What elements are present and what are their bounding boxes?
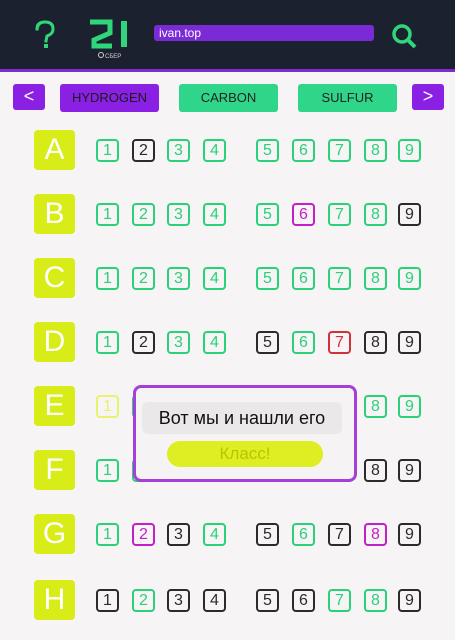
grid-cell[interactable]: 5 <box>256 267 279 290</box>
element-selector: < HYDROGEN CARBON SULFUR > <box>0 84 455 112</box>
row-letter: D <box>34 322 75 362</box>
grid-cell[interactable]: 4 <box>203 139 226 162</box>
grid-cell[interactable]: 8 <box>364 395 387 418</box>
success-dialog: Вот мы и нашли его Класс! <box>133 385 357 482</box>
grid-cell[interactable]: 8 <box>364 267 387 290</box>
grid-cell[interactable]: 5 <box>256 203 279 226</box>
grid-cell[interactable]: 7 <box>328 203 351 226</box>
grid-cell[interactable]: 3 <box>167 523 190 546</box>
grid-cell[interactable]: 9 <box>398 395 421 418</box>
grid-cell[interactable]: 6 <box>292 203 315 226</box>
next-element-button[interactable]: > <box>412 84 444 110</box>
element-tab-hydrogen[interactable]: HYDROGEN <box>60 84 159 112</box>
row-letter: A <box>34 130 75 170</box>
grid-cell[interactable]: 8 <box>364 331 387 354</box>
grid-cell[interactable]: 9 <box>398 459 421 482</box>
grid-cell[interactable]: 1 <box>96 267 119 290</box>
grid-cell[interactable]: 3 <box>167 589 190 612</box>
grid-cell[interactable]: 4 <box>203 523 226 546</box>
grid-row: B1234 56789 <box>0 194 455 234</box>
grid-cell[interactable]: 4 <box>203 267 226 290</box>
grid-cell[interactable]: 9 <box>398 267 421 290</box>
grid-cell[interactable]: 3 <box>167 203 190 226</box>
grid-cell[interactable]: 6 <box>292 523 315 546</box>
url-bar[interactable]: ivan.top <box>154 25 374 41</box>
grid-cell[interactable]: 1 <box>96 589 119 612</box>
app-header: СБЕР ivan.top <box>0 0 455 72</box>
dialog-message: Вот мы и нашли его <box>142 402 342 434</box>
grid-cell[interactable]: 1 <box>96 203 119 226</box>
grid-cell[interactable]: 7 <box>328 589 351 612</box>
row-letter: F <box>34 450 75 490</box>
row-letter: G <box>34 514 75 554</box>
element-tab-carbon[interactable]: CARBON <box>179 84 278 112</box>
grid-cell[interactable]: 2 <box>132 331 155 354</box>
question-mark-icon[interactable] <box>34 20 56 50</box>
grid-cell[interactable]: 2 <box>132 203 155 226</box>
grid-cell[interactable]: 2 <box>132 267 155 290</box>
grid-cell[interactable]: 6 <box>292 589 315 612</box>
grid-cell[interactable]: 7 <box>328 523 351 546</box>
grid-cell[interactable]: 9 <box>398 331 421 354</box>
grid-cell[interactable]: 8 <box>364 523 387 546</box>
grid-cell[interactable]: 5 <box>256 589 279 612</box>
grid-cell[interactable]: 5 <box>256 139 279 162</box>
grid-cell[interactable]: 8 <box>364 203 387 226</box>
grid-cell[interactable]: 9 <box>398 589 421 612</box>
grid-cell[interactable]: 9 <box>398 203 421 226</box>
grid-cell[interactable]: 3 <box>167 139 190 162</box>
grid-cell[interactable]: 3 <box>167 331 190 354</box>
grid-cell[interactable]: 9 <box>398 523 421 546</box>
row-letter: C <box>34 258 75 298</box>
row-letter: B <box>34 194 75 234</box>
grid-cell[interactable]: 2 <box>132 139 155 162</box>
grid-cell[interactable]: 1 <box>96 395 119 418</box>
grid-cell[interactable]: 1 <box>96 139 119 162</box>
prev-element-button[interactable]: < <box>13 84 45 110</box>
grid-cell[interactable]: 7 <box>328 139 351 162</box>
grid-cell[interactable]: 6 <box>292 267 315 290</box>
grid-cell[interactable]: 2 <box>132 589 155 612</box>
grid-cell[interactable]: 1 <box>96 523 119 546</box>
row-letter: H <box>34 580 75 620</box>
grid-cell[interactable]: 3 <box>167 267 190 290</box>
dialog-confirm-button[interactable]: Класс! <box>167 441 323 467</box>
grid-cell[interactable]: 4 <box>203 589 226 612</box>
grid-cell[interactable]: 6 <box>292 331 315 354</box>
grid-row: H1234 56789 <box>0 580 455 620</box>
grid-cell[interactable]: 9 <box>398 139 421 162</box>
element-tab-sulfur[interactable]: SULFUR <box>298 84 397 112</box>
grid-cell[interactable]: 7 <box>328 267 351 290</box>
grid-cell[interactable]: 8 <box>364 459 387 482</box>
grid-cell[interactable]: 5 <box>256 331 279 354</box>
grid-cell[interactable]: 2 <box>132 523 155 546</box>
row-letter: E <box>34 386 75 426</box>
grid-row: G1234 56789 <box>0 514 455 554</box>
grid-cell[interactable]: 1 <box>96 459 119 482</box>
search-icon[interactable] <box>389 21 417 49</box>
grid-cell[interactable]: 8 <box>364 589 387 612</box>
grid-cell[interactable]: 6 <box>292 139 315 162</box>
grid-cell[interactable]: 4 <box>203 203 226 226</box>
grid-row: C1234 56789 <box>0 258 455 298</box>
grid-cell[interactable]: 5 <box>256 523 279 546</box>
grid-cell[interactable]: 8 <box>364 139 387 162</box>
grid-row: A1234 56789 <box>0 130 455 170</box>
logo-caption: СБЕР <box>105 54 121 60</box>
grid-cell[interactable]: 7 <box>328 331 351 354</box>
21-sber-logo-icon[interactable]: СБЕР <box>88 18 132 60</box>
grid-row: D1234 56789 <box>0 322 455 362</box>
grid-cell[interactable]: 4 <box>203 331 226 354</box>
grid-cell[interactable]: 1 <box>96 331 119 354</box>
